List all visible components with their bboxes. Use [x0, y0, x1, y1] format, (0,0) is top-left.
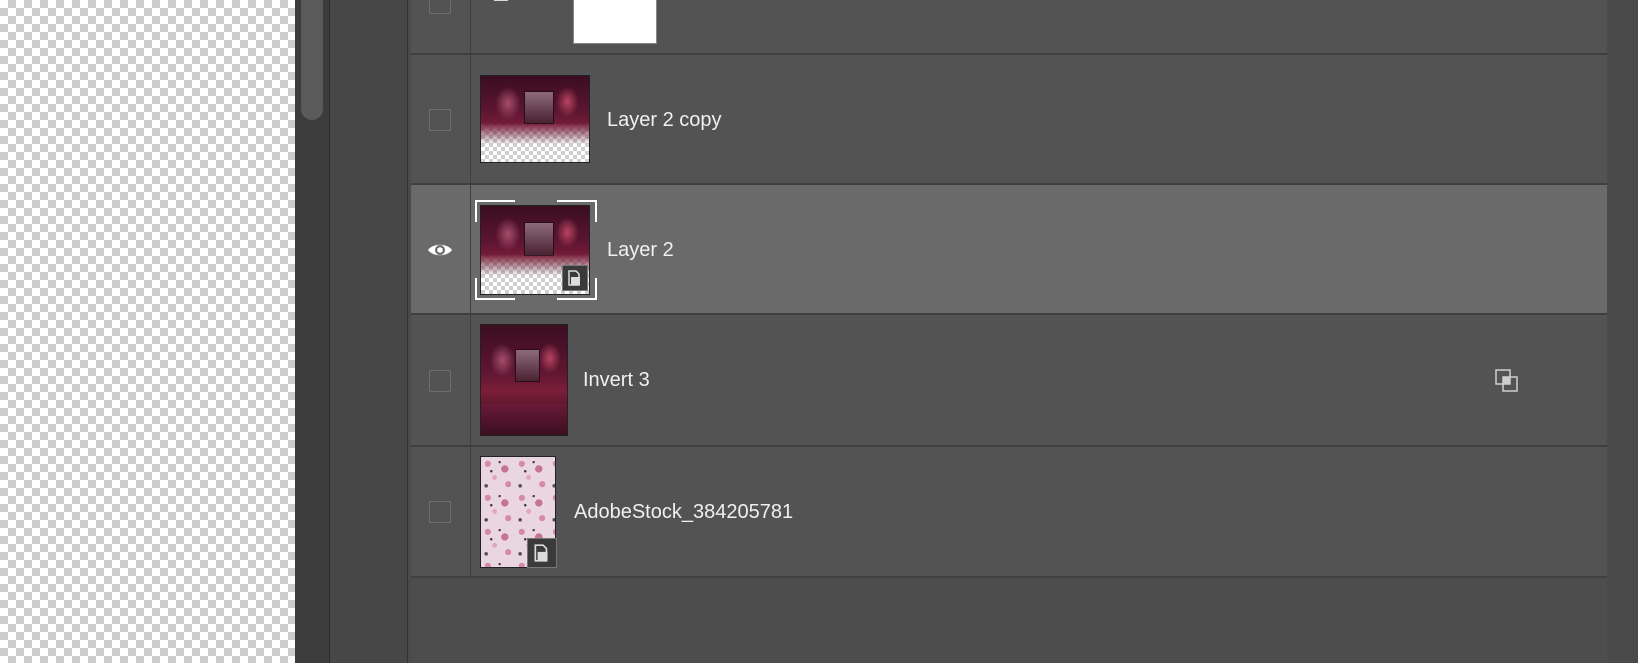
panel-gutter: [330, 0, 408, 663]
visibility-cell[interactable]: [411, 185, 471, 313]
thumbnail-detail: [524, 91, 555, 125]
selection-corner: [475, 200, 515, 222]
layers-empty-area[interactable]: [411, 578, 1607, 663]
visibility-toggle[interactable]: [429, 109, 451, 131]
link-layers-icon[interactable]: [1494, 368, 1520, 394]
thumbnail-detail: [515, 349, 540, 382]
eye-icon[interactable]: [427, 241, 453, 259]
layer-name[interactable]: AdobeStock_384205781: [574, 500, 793, 524]
selection-corner: [557, 200, 597, 222]
layer-row-layer-2-copy[interactable]: Layer 2 copy: [411, 55, 1607, 185]
thumbnail-floor: [481, 404, 567, 435]
layer-row-invert-3[interactable]: Invert 3: [411, 315, 1607, 447]
layer-row-adobestock[interactable]: AdobeStock_384205781: [411, 447, 1607, 578]
thumbnail-transparency: [481, 123, 589, 162]
scrollbar-thumb[interactable]: [301, 0, 323, 120]
panel-right-edge: [1607, 0, 1638, 663]
visibility-cell[interactable]: [411, 0, 471, 53]
layer-name[interactable]: Invert 3: [583, 368, 650, 392]
smart-object-badge-icon: [527, 538, 557, 568]
smart-object-badge-icon: [562, 265, 588, 291]
layer-thumbnail[interactable]: [480, 324, 568, 436]
layer-row-layer-2[interactable]: Layer 2: [411, 185, 1607, 315]
layer-indicator: [494, 0, 508, 1]
layer-row[interactable]: [411, 0, 1607, 55]
visibility-toggle[interactable]: [429, 501, 451, 523]
thumbnail-detail: [524, 221, 555, 256]
visibility-toggle[interactable]: [429, 0, 451, 14]
visibility-cell[interactable]: [411, 315, 471, 445]
canvas-vertical-scrollbar[interactable]: [295, 0, 330, 663]
visibility-cell[interactable]: [411, 447, 471, 576]
layer-thumbnail[interactable]: [480, 75, 590, 163]
document-canvas-transparent[interactable]: [0, 0, 295, 663]
visibility-cell[interactable]: [411, 55, 471, 183]
layer-thumbnail[interactable]: [573, 0, 657, 44]
layers-panel: Layer 2 copy Layer 2 Invert 3 AdobeStock…: [411, 0, 1607, 663]
visibility-toggle[interactable]: [429, 370, 451, 392]
selection-corner: [475, 278, 515, 300]
layer-name[interactable]: Layer 2: [607, 238, 674, 262]
layer-name[interactable]: Layer 2 copy: [607, 108, 722, 132]
